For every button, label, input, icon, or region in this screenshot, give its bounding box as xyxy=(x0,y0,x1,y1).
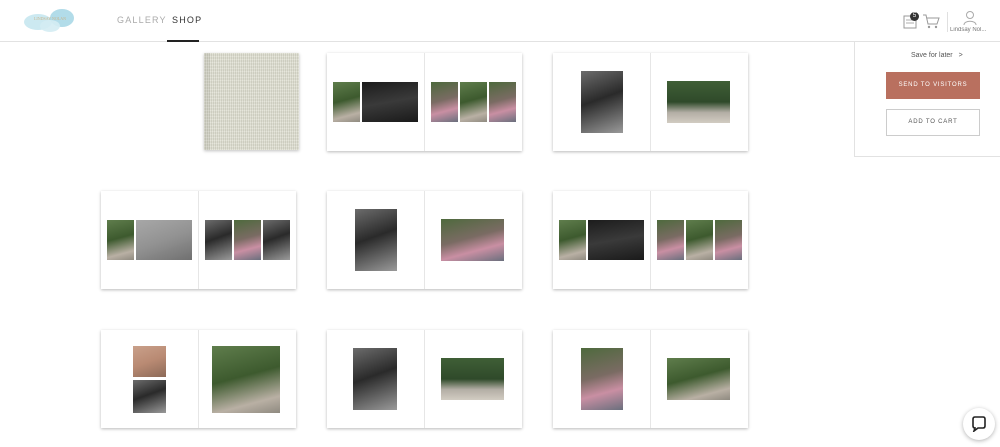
photo-thumbnail xyxy=(362,82,418,122)
photo-thumbnail xyxy=(441,358,504,400)
cover-spine xyxy=(204,53,210,150)
album-spread[interactable] xyxy=(101,191,296,289)
spread-gutter xyxy=(650,53,651,151)
photo-thumbnail xyxy=(667,81,730,123)
photo-thumbnail xyxy=(715,220,742,260)
send-to-visitors-button[interactable]: SEND TO VISITORS xyxy=(886,72,980,99)
top-bar: LINDSAY NOLAN GALLERY SHOP 5 Lindsay Nol… xyxy=(0,0,1000,42)
order-panel: Save for later > SEND TO VISITORS ADD TO … xyxy=(854,42,1000,157)
logo-text: LINDSAY NOLAN xyxy=(34,16,66,21)
nav-gallery[interactable]: GALLERY xyxy=(117,15,167,25)
spread-gutter xyxy=(198,191,199,289)
photo-thumbnail xyxy=(355,209,397,271)
photo-thumbnail xyxy=(588,220,644,260)
album-spread[interactable] xyxy=(327,191,522,289)
photo-thumbnail xyxy=(657,220,684,260)
photo-thumbnail xyxy=(212,346,280,413)
header-divider xyxy=(947,12,948,32)
photo-thumbnail xyxy=(205,220,232,260)
favorites-count-badge: 5 xyxy=(910,12,919,21)
photo-thumbnail xyxy=(667,358,730,400)
photo-thumbnail xyxy=(460,82,487,122)
album-spread[interactable] xyxy=(553,330,748,428)
photo-thumbnail xyxy=(353,348,397,410)
save-for-later-link[interactable]: Save for later > xyxy=(911,52,963,59)
spread-gutter xyxy=(424,330,425,428)
photo-thumbnail xyxy=(263,220,290,260)
album-spread[interactable] xyxy=(327,53,522,151)
chevron-right-icon: > xyxy=(958,52,963,59)
chat-icon xyxy=(972,416,986,432)
nav-shop[interactable]: SHOP xyxy=(172,15,202,25)
photo-thumbnail xyxy=(133,380,166,413)
photo-thumbnail xyxy=(686,220,713,260)
photo-thumbnail xyxy=(559,220,586,260)
album-spread[interactable] xyxy=(553,191,748,289)
nav-active-underline xyxy=(167,40,199,42)
photo-thumbnail xyxy=(107,220,134,260)
photo-thumbnail xyxy=(581,71,623,133)
photo-thumbnail xyxy=(489,82,516,122)
save-for-later-label: Save for later xyxy=(911,52,953,59)
spread-gutter xyxy=(650,191,651,289)
photo-thumbnail xyxy=(581,348,623,410)
photo-thumbnail xyxy=(136,220,192,260)
photo-thumbnail xyxy=(133,346,166,377)
photo-thumbnail xyxy=(441,219,504,261)
album-spread[interactable] xyxy=(327,330,522,428)
user-name[interactable]: Lindsay Nol... xyxy=(950,27,992,33)
spread-gutter xyxy=(424,191,425,289)
album-spread[interactable] xyxy=(553,53,748,151)
cart-icon[interactable] xyxy=(921,11,941,31)
add-to-cart-button[interactable]: ADD TO CART xyxy=(886,109,980,136)
spread-gutter xyxy=(424,53,425,151)
brand-logo[interactable]: LINDSAY NOLAN xyxy=(18,6,82,36)
spread-gutter xyxy=(650,330,651,428)
photo-thumbnail xyxy=(333,82,360,122)
photo-thumbnail xyxy=(234,220,261,260)
album-spread[interactable] xyxy=(101,330,296,428)
user-icon[interactable] xyxy=(962,10,978,26)
album-cover[interactable] xyxy=(204,53,299,150)
photo-thumbnail xyxy=(431,82,458,122)
chat-button[interactable] xyxy=(963,408,995,440)
spread-gutter xyxy=(198,330,199,428)
